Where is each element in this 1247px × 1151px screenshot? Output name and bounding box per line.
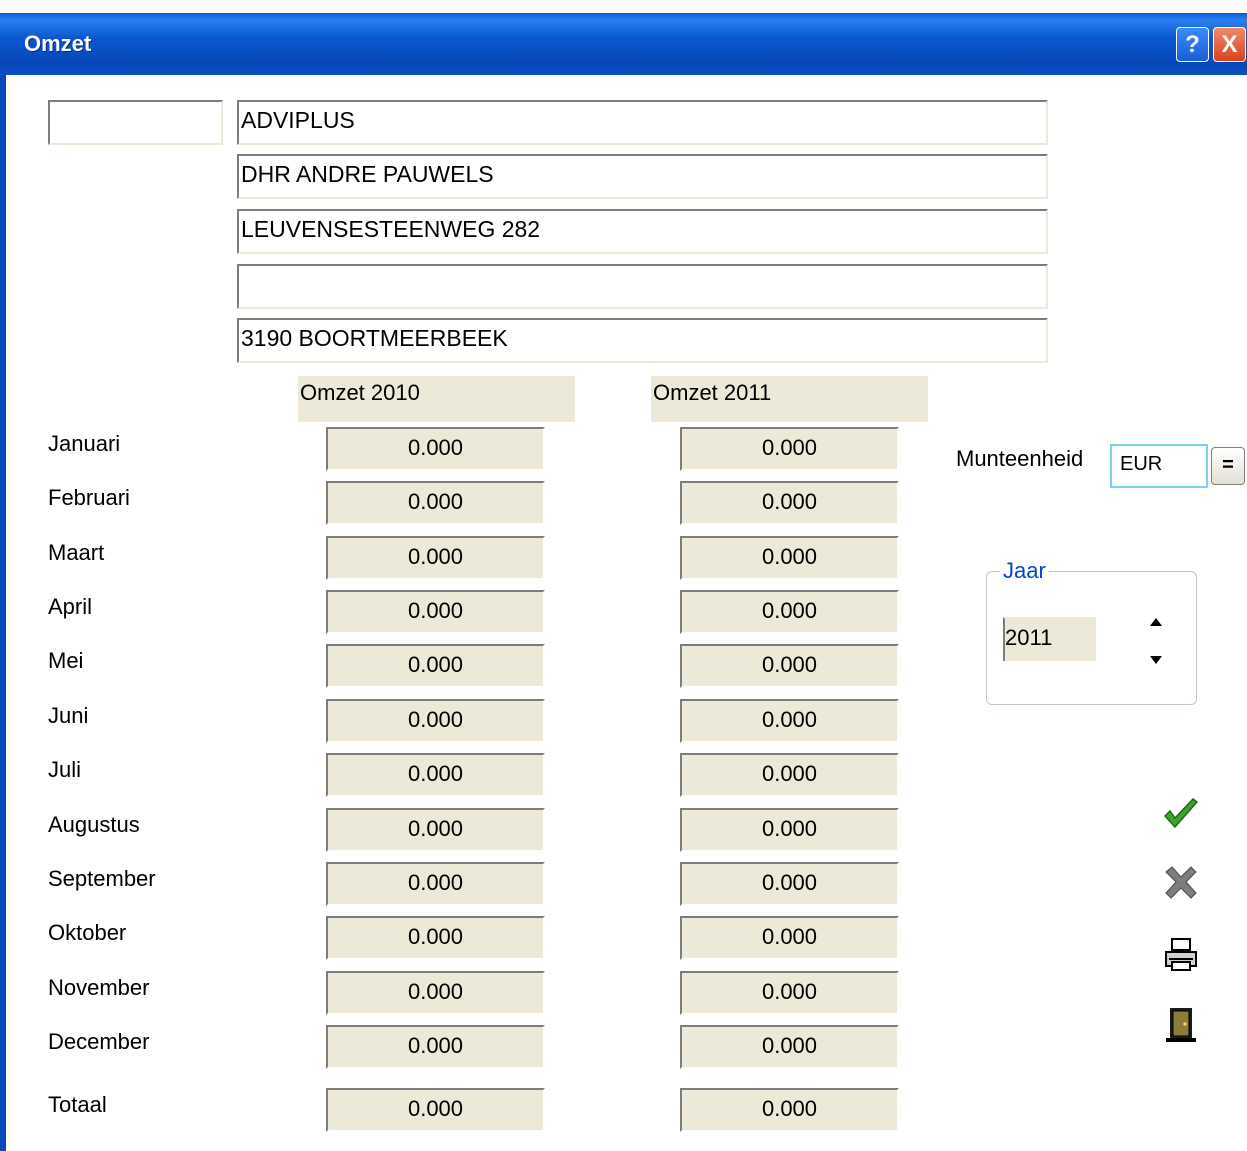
month-label-mei: Mei	[48, 648, 84, 673]
month-label-februari: Februari	[48, 485, 130, 510]
help-button[interactable]: ?	[1176, 27, 1209, 62]
customer-code-field[interactable]	[48, 100, 223, 145]
month-label-april: April	[48, 594, 93, 619]
month-label-juli: Juli	[48, 757, 82, 782]
value-2011-juli[interactable]: 0.000	[680, 753, 899, 797]
year-down-arrow-icon[interactable]	[1150, 656, 1162, 664]
address-line-3[interactable]: LEUVENSESTEENWEG 282	[237, 209, 1048, 254]
value-2010-maart[interactable]: 0.000	[326, 536, 545, 580]
close-button[interactable]: X	[1213, 27, 1246, 62]
checkmark-icon[interactable]	[1162, 796, 1200, 834]
value-2010-augustus[interactable]: 0.000	[326, 808, 545, 852]
month-label-maart: Maart	[48, 540, 105, 565]
value-2011-april[interactable]: 0.000	[680, 590, 899, 634]
currency-lookup-button[interactable]: =	[1211, 447, 1245, 485]
value-2010-november[interactable]: 0.000	[326, 971, 545, 1015]
month-label-september: September	[48, 866, 156, 891]
value-2010-mei[interactable]: 0.000	[326, 644, 545, 688]
month-label-december: December	[48, 1029, 150, 1054]
month-label-januari: Januari	[48, 431, 121, 456]
title-bar: Omzet ? X	[0, 13, 1247, 75]
address-line-2[interactable]: DHR ANDRE PAUWELS	[237, 154, 1048, 199]
column-header-2010: Omzet 2010	[298, 376, 575, 422]
year-legend: Jaar	[1000, 558, 1049, 584]
window-frame-left	[0, 75, 6, 1151]
column-header-2011: Omzet 2011	[651, 376, 928, 422]
value-2011-oktober[interactable]: 0.000	[680, 916, 899, 960]
address-line-4[interactable]	[237, 264, 1048, 309]
month-label-juni: Juni	[48, 703, 89, 728]
window-title: Omzet	[24, 31, 92, 56]
year-up-arrow-icon[interactable]	[1150, 618, 1162, 626]
total-2010: 0.000	[326, 1088, 545, 1132]
year-input[interactable]: 2011	[1003, 617, 1096, 661]
value-2010-oktober[interactable]: 0.000	[326, 916, 545, 960]
value-2010-juni[interactable]: 0.000	[326, 699, 545, 743]
value-2010-december[interactable]: 0.000	[326, 1025, 545, 1069]
value-2011-juni[interactable]: 0.000	[680, 699, 899, 743]
month-label-november: November	[48, 975, 150, 1000]
total-label: Totaal	[48, 1092, 107, 1117]
month-label-augustus: Augustus	[48, 812, 140, 837]
value-2010-februari[interactable]: 0.000	[326, 481, 545, 525]
omzet-window: Omzet ? X ADVIPLUS DHR ANDRE PAUWELS LEU…	[0, 0, 1247, 1151]
cross-icon[interactable]	[1162, 864, 1200, 902]
total-2011: 0.000	[680, 1088, 899, 1132]
value-2011-februari[interactable]: 0.000	[680, 481, 899, 525]
value-2011-september[interactable]: 0.000	[680, 862, 899, 906]
value-2011-augustus[interactable]: 0.000	[680, 808, 899, 852]
value-2011-maart[interactable]: 0.000	[680, 536, 899, 580]
printer-icon[interactable]	[1162, 936, 1200, 974]
door-icon[interactable]	[1162, 1006, 1200, 1044]
month-label-oktober: Oktober	[48, 920, 127, 945]
value-2010-januari[interactable]: 0.000	[326, 427, 545, 471]
address-line-1[interactable]: ADVIPLUS	[237, 100, 1048, 145]
value-2010-april[interactable]: 0.000	[326, 590, 545, 634]
value-2011-januari[interactable]: 0.000	[680, 427, 899, 471]
value-2011-mei[interactable]: 0.000	[680, 644, 899, 688]
value-2011-november[interactable]: 0.000	[680, 971, 899, 1015]
currency-label: Munteenheid	[956, 446, 1084, 471]
value-2010-juli[interactable]: 0.000	[326, 753, 545, 797]
value-2011-december[interactable]: 0.000	[680, 1025, 899, 1069]
address-line-5[interactable]: 3190 BOORTMEERBEEK	[237, 318, 1048, 363]
value-2010-september[interactable]: 0.000	[326, 862, 545, 906]
currency-input[interactable]: EUR	[1110, 444, 1208, 488]
